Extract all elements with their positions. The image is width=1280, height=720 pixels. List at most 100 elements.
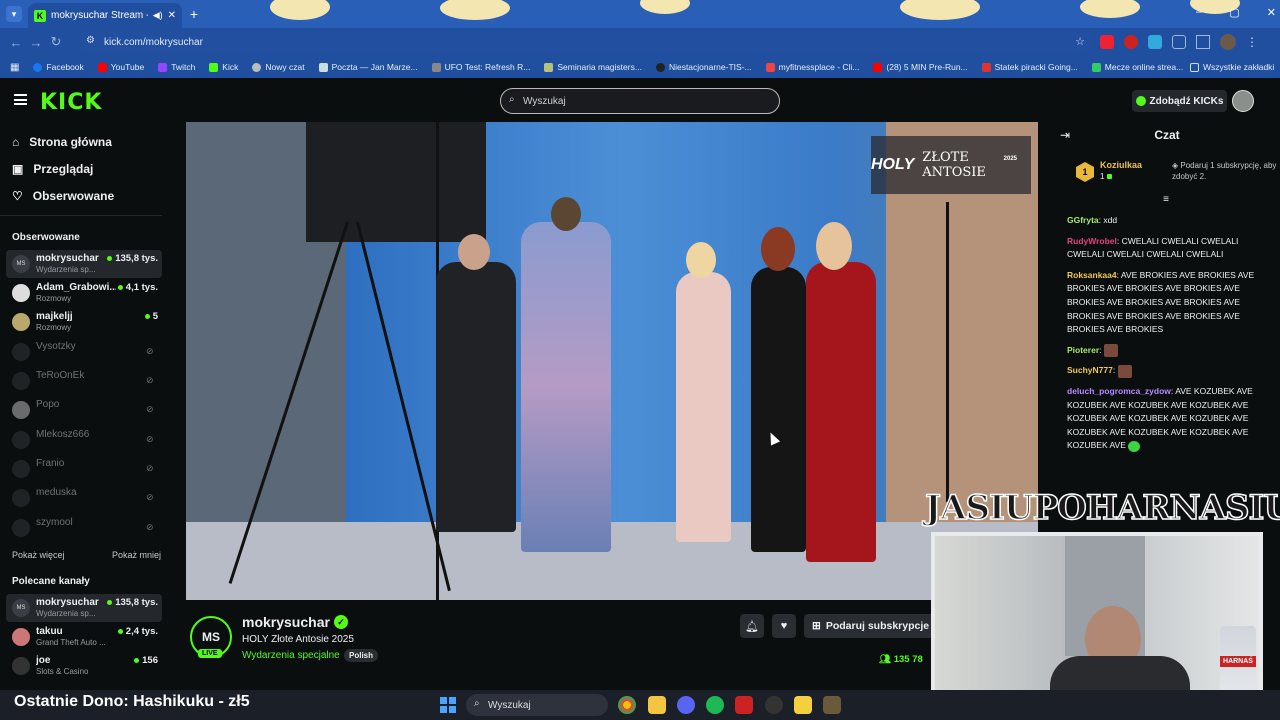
- followed-channel-offline[interactable]: Popo ⊘: [6, 396, 162, 424]
- chat-username[interactable]: SuchyN777: [1067, 365, 1113, 375]
- puzzle-icon[interactable]: [1172, 35, 1186, 49]
- all-bookmarks[interactable]: Wszystkie zakładki: [1190, 62, 1274, 72]
- recommended-channel-mokrysuchar[interactable]: MS mokrysuchar Wydarzenia sp... 135,8 ty…: [6, 594, 162, 622]
- streamer-name[interactable]: mokrysuchar: [242, 614, 330, 630]
- language-tag[interactable]: Polish: [344, 649, 379, 662]
- followed-channel-offline[interactable]: Mlekosz666 ⊘: [6, 426, 162, 454]
- adblock-icon[interactable]: [1100, 35, 1114, 49]
- site-info-icon[interactable]: ⚙: [86, 35, 95, 46]
- channel-category: Wydarzenia sp...: [36, 609, 96, 618]
- avatar: [12, 519, 30, 537]
- nav-following[interactable]: ♡ Obserwowane: [12, 189, 114, 203]
- stream-category[interactable]: Wydarzenia specjalne: [242, 650, 340, 661]
- viewer-count: 135,8 tys.: [107, 597, 158, 608]
- close-window-icon[interactable]: ✕: [1267, 6, 1276, 22]
- followed-channel-offline[interactable]: TeRoOnEk ⊘: [6, 367, 162, 395]
- followed-channel-offline[interactable]: szymool ⊘: [6, 514, 162, 542]
- bookmark-poczta[interactable]: Poczta — Jan Marze...: [318, 62, 418, 72]
- taskbar-search[interactable]: ⌕ Wyszukaj: [466, 694, 608, 716]
- bookmark-kick[interactable]: Kick: [209, 62, 238, 72]
- video-scene-tripod: [946, 202, 949, 502]
- bookmark-statek-piracki[interactable]: Statek piracki Going...: [981, 62, 1078, 72]
- get-kicks-button[interactable]: Zdobądź KICKs: [1132, 90, 1227, 112]
- follow-heart-button[interactable]: ♥: [772, 614, 796, 638]
- profile-avatar-icon[interactable]: [1220, 34, 1236, 50]
- new-tab-button[interactable]: +: [186, 6, 202, 22]
- bookmark-niestacjonarne[interactable]: Niestacjonarne-TIS-...: [655, 62, 752, 72]
- followed-channel-offline[interactable]: Franio ⊘: [6, 455, 162, 483]
- recommended-channel-joe[interactable]: joe Slots & Casino 156: [6, 652, 162, 680]
- close-tab-icon[interactable]: ✕: [168, 10, 176, 21]
- hamburger-menu-icon[interactable]: [14, 94, 27, 105]
- bookmark-label: Statek piracki Going...: [994, 62, 1078, 72]
- viewer-count-text: 135,8 tys.: [115, 597, 158, 608]
- followed-channel-adam[interactable]: Adam_Grabowi... Rozmowy 4,1 tys.: [6, 279, 162, 307]
- app-icon[interactable]: [735, 696, 753, 714]
- chat-icon: [252, 62, 262, 72]
- ufo-icon: [431, 62, 441, 72]
- url-field[interactable]: ⚙ kick.com/mokrysuchar ☆: [78, 31, 1093, 53]
- chrome-icon[interactable]: [618, 696, 636, 714]
- bookmark-pre-run[interactable]: (28) 5 MIN Pre-Run...: [873, 62, 968, 72]
- apps-grid-icon[interactable]: ▦: [10, 62, 19, 73]
- discord-icon[interactable]: [677, 696, 695, 714]
- recommended-channel-takuu[interactable]: takuu Grand Theft Auto ... 2,4 tys.: [6, 623, 162, 651]
- bookmark-star-icon[interactable]: ☆: [1075, 35, 1085, 48]
- show-less-button[interactable]: Pokaż mniej: [112, 550, 161, 560]
- followed-channel-offline[interactable]: Vysotzky ⊘: [6, 338, 162, 366]
- search-input[interactable]: ⌕ Wyszukaj: [500, 88, 780, 114]
- kick-logo[interactable]: KICK: [40, 90, 102, 115]
- minimize-icon[interactable]: –: [1196, 6, 1202, 22]
- bookmark-label: YouTube: [110, 62, 145, 72]
- gift-subscription-button[interactable]: ⊞ Podaruj subskrypcje: [804, 614, 934, 638]
- bookmark-youtube[interactable]: YouTube: [97, 62, 145, 72]
- scroll-chevron-icon[interactable]: ≡: [1160, 194, 1172, 205]
- spotify-icon[interactable]: [706, 696, 724, 714]
- bookmark-label: (28) 5 MIN Pre-Run...: [886, 62, 968, 72]
- bookmark-nowy-czat[interactable]: Nowy czat: [252, 62, 305, 72]
- back-icon[interactable]: ←: [6, 35, 26, 50]
- ublock-icon[interactable]: [1124, 35, 1138, 49]
- sticky-notes-icon[interactable]: [794, 696, 812, 714]
- tab-menu-button[interactable]: ▾: [6, 6, 22, 22]
- notification-bell-button[interactable]: 🔔︎: [740, 614, 764, 638]
- show-more-button[interactable]: Pokaż więcej: [12, 550, 65, 560]
- speaker-icon[interactable]: ◀): [153, 10, 163, 21]
- chat-username[interactable]: Pioterer: [1067, 345, 1099, 355]
- bookmark-mecze[interactable]: Mecze online strea...: [1091, 62, 1183, 72]
- bookmark-twitch[interactable]: Twitch: [158, 62, 195, 72]
- search-icon: ⌕: [509, 94, 515, 105]
- extension-icon[interactable]: [1148, 35, 1162, 49]
- top-gifter-name[interactable]: Koziulkaa: [1100, 160, 1142, 170]
- bookmark-ufo-test[interactable]: UFO Test: Refresh R...: [431, 62, 530, 72]
- windows-start-icon[interactable]: [440, 697, 456, 713]
- gift-promo-text[interactable]: ◈ Podaruj 1 subskrypcję, aby zdobyć 2.: [1172, 160, 1280, 182]
- reading-list-icon[interactable]: [1196, 35, 1210, 49]
- chat-username[interactable]: deluch_pogromca_zydow: [1067, 386, 1171, 396]
- bookmark-seminaria[interactable]: Seminaria magisters...: [544, 62, 642, 72]
- chat-username[interactable]: GGfryta: [1067, 215, 1099, 225]
- followed-channel-offline[interactable]: meduska ⊘: [6, 484, 162, 512]
- chat-username[interactable]: RudyWrobel: [1067, 236, 1117, 246]
- file-explorer-icon[interactable]: [648, 696, 666, 714]
- followed-channel-mokrysuchar[interactable]: MS mokrysuchar Wydarzenia sp... 135,8 ty…: [6, 250, 162, 278]
- live-dot-icon: [107, 600, 113, 605]
- app-icon[interactable]: [823, 696, 841, 714]
- forward-icon[interactable]: →: [26, 35, 46, 50]
- folder-icon: [1190, 62, 1199, 72]
- channel-name: Franio: [36, 458, 65, 469]
- obs-icon[interactable]: [765, 696, 783, 714]
- reload-icon[interactable]: ↻: [46, 34, 66, 50]
- video-player[interactable]: HOLY ZŁOTE ANTOSIE 2025: [186, 122, 1038, 600]
- maximize-icon[interactable]: ▢: [1229, 6, 1239, 22]
- chat-message: SuchyN777:: [1067, 364, 1267, 378]
- chat-username[interactable]: Roksankaa4: [1067, 270, 1117, 280]
- bookmark-facebook[interactable]: Facebook: [33, 62, 84, 72]
- bookmark-myfitnessplace[interactable]: myfitnessplace - Cli...: [765, 62, 859, 72]
- browser-tab[interactable]: K mokrysuchar Stream - Wat ◀) ✕: [28, 3, 182, 28]
- followed-channel-majkeljj[interactable]: majkeljj Rozmowy 5: [6, 308, 162, 336]
- user-avatar[interactable]: [1232, 90, 1254, 112]
- nav-home[interactable]: ⌂ Strona główna: [12, 135, 112, 149]
- nav-browse[interactable]: ▣ Przeglądaj: [12, 162, 93, 176]
- menu-dots-icon[interactable]: ⋮: [1246, 35, 1258, 49]
